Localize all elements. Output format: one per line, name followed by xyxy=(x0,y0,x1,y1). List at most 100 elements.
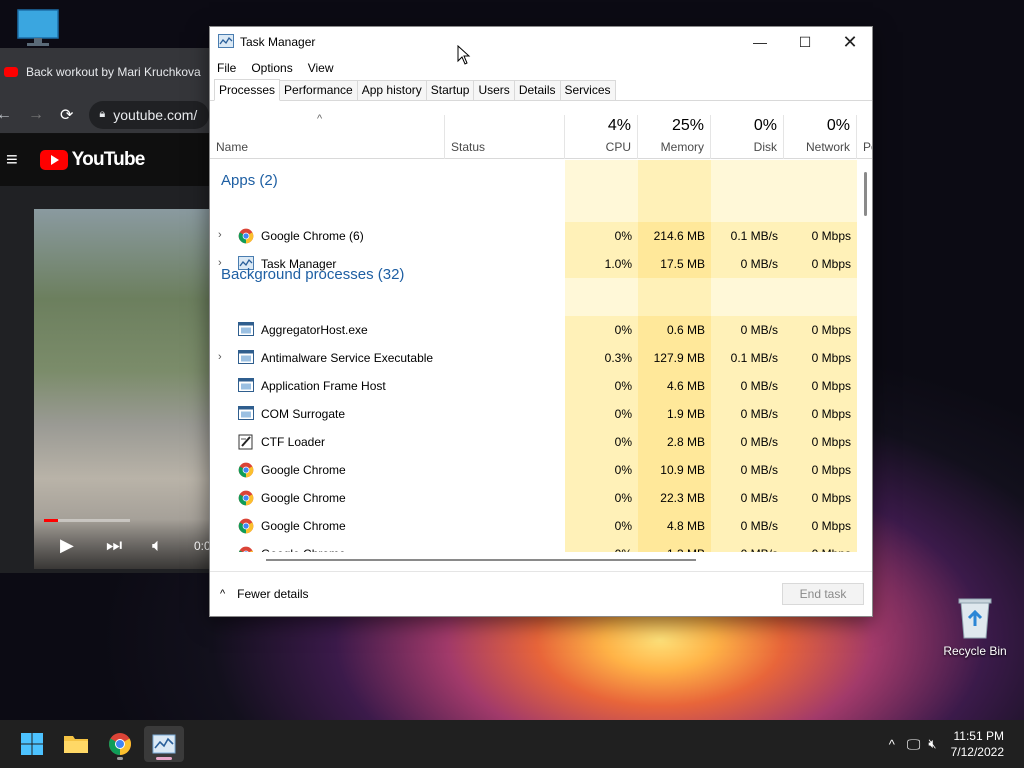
window-icon xyxy=(238,378,254,394)
process-row[interactable]: Google Chrome 0% 4.8 MB 0 MB/s 0 Mbps xyxy=(210,512,857,540)
tab-services[interactable]: Services xyxy=(559,80,616,100)
tab-processes[interactable]: Processes xyxy=(214,79,281,101)
process-disk: 0 MB/s xyxy=(711,547,778,552)
tab-users[interactable]: Users xyxy=(473,80,515,100)
next-icon[interactable]: ⏭ xyxy=(106,535,122,556)
column-disk[interactable]: 0% Disk xyxy=(711,115,784,159)
mouse-cursor-icon xyxy=(457,45,471,65)
network-icon[interactable]: 🖵︎ xyxy=(907,736,921,753)
end-task-button[interactable]: End task xyxy=(782,583,864,605)
process-name: Google Chrome xyxy=(261,491,346,505)
process-row[interactable]: › Google Chrome (6) 0% 214.6 MB 0.1 MB/s 0 Mb… xyxy=(210,222,857,250)
ctf-icon xyxy=(238,434,254,450)
process-cpu: 0% xyxy=(614,229,632,243)
process-memory: 2.8 MB xyxy=(666,435,705,449)
reload-icon[interactable]: ⟳ xyxy=(60,105,73,125)
chrome-tab[interactable]: Back workout by Mari Kruchkova xyxy=(0,48,209,96)
sort-chevron-up-icon: ^ xyxy=(317,113,323,125)
process-name: Google Chrome (6) xyxy=(261,229,364,243)
task-manager-taskbar-button[interactable] xyxy=(144,726,184,762)
process-cpu: 0% xyxy=(614,323,632,337)
process-memory: 4.6 MB xyxy=(666,379,705,393)
show-hidden-icons-chevron-icon[interactable]: ^ xyxy=(889,737,895,752)
process-memory: 22.3 MB xyxy=(660,491,705,505)
tab-performance[interactable]: Performance xyxy=(279,80,358,100)
process-network: 0 Mbps xyxy=(811,519,851,533)
chrome-taskbar-button[interactable] xyxy=(100,726,140,762)
process-cpu: 0% xyxy=(614,491,632,505)
windows-icon xyxy=(21,733,43,755)
column-power[interactable]: Po xyxy=(857,115,872,159)
process-row[interactable]: COM Surrogate 0% 1.9 MB 0 MB/s 0 Mbps xyxy=(210,400,857,428)
youtube-logo-text: YouTube xyxy=(71,149,146,170)
process-row[interactable]: AggregatorHost.exe 0% 0.6 MB 0 MB/s 0 Mbps xyxy=(210,316,857,344)
process-disk: 0 MB/s xyxy=(740,491,778,505)
file-explorer-button[interactable] xyxy=(56,726,96,762)
close-button[interactable]: ✕ xyxy=(827,27,873,57)
menu-view[interactable]: View xyxy=(307,61,342,75)
address-bar[interactable]: 🔒︎ youtube.com/ xyxy=(89,100,209,129)
process-row[interactable]: › Antimalware Service Executable 0.3% 127.9… xyxy=(210,344,857,372)
video-player[interactable]: ▶ ⏭ 🔈︎ 0:0 xyxy=(34,209,209,569)
process-list: Apps (2) › Google Chrome (6) 0% 214.6 MB 0.1… xyxy=(210,160,872,552)
recycle-bin[interactable]: Recycle Bin xyxy=(940,596,1010,658)
clock-date: 7/12/2022 xyxy=(950,745,1004,759)
minimize-button[interactable]: — xyxy=(737,27,783,57)
folder-icon xyxy=(64,736,88,753)
start-button[interactable] xyxy=(12,726,52,762)
menu-file[interactable]: File xyxy=(216,61,244,75)
clock[interactable]: 11:51 PM 7/12/2022 xyxy=(951,728,1004,760)
youtube-logo[interactable]: YouTube xyxy=(39,149,146,171)
forward-icon[interactable]: → xyxy=(28,106,44,124)
play-icon[interactable]: ▶ xyxy=(60,535,74,556)
process-network: 0 Mbps xyxy=(811,491,851,505)
process-cpu: 0% xyxy=(565,547,632,552)
process-row[interactable]: Application Frame Host 0% 4.6 MB 0 MB/s 0 Mb… xyxy=(210,372,857,400)
process-row[interactable]: Google Chrome 0% 22.3 MB 0 MB/s 0 Mbps xyxy=(210,484,857,512)
column-network[interactable]: 0% Network xyxy=(784,115,857,159)
taskbar: ^ 🖵︎ 🔇︎ 11:51 PM 7/12/2022 xyxy=(0,720,1024,768)
tab-details[interactable]: Details xyxy=(513,80,561,100)
process-row[interactable]: Google Chrome 0% 10.9 MB 0 MB/s 0 Mbps xyxy=(210,456,857,484)
process-name: AggregatorHost.exe xyxy=(261,323,368,337)
process-disk: 0 MB/s xyxy=(740,323,778,337)
column-status[interactable]: Status xyxy=(445,115,565,159)
back-icon[interactable]: ← xyxy=(0,106,12,124)
process-disk: 0 MB/s xyxy=(740,519,778,533)
task-manager-window[interactable]: Task Manager — ☐ ✕ File Options View Pro… xyxy=(209,26,873,617)
active-indicator xyxy=(156,757,172,760)
youtube-play-icon xyxy=(39,150,68,170)
fewer-details-button[interactable]: ^ Fewer details xyxy=(220,587,309,601)
process-memory: 214.6 MB xyxy=(653,229,705,243)
title-bar[interactable]: Task Manager — ☐ ✕ xyxy=(210,27,872,57)
volume-muted-icon[interactable]: 🔇︎ xyxy=(928,736,936,752)
process-name: Application Frame Host xyxy=(261,379,386,393)
menu-bar: File Options View xyxy=(210,57,872,79)
process-network: 0 Mbps xyxy=(811,379,851,393)
process-row[interactable]: CTF Loader 0% 2.8 MB 0 MB/s 0 Mbps xyxy=(210,428,857,456)
process-name: Antimalware Service Executable xyxy=(261,351,434,365)
desktop-monitor-icon[interactable] xyxy=(14,8,62,48)
chrome-window[interactable]: Back workout by Mari Kruchkova ← → ⟳ 🔒︎ … xyxy=(0,48,209,573)
menu-options[interactable]: Options xyxy=(250,61,300,75)
chrome-icon xyxy=(238,228,254,244)
expand-chevron-icon[interactable]: › xyxy=(218,351,222,363)
tab-startup[interactable]: Startup xyxy=(425,80,475,100)
expand-chevron-icon[interactable]: › xyxy=(218,229,222,241)
hamburger-menu-icon[interactable]: ≡ xyxy=(6,149,18,172)
video-progress-bar[interactable] xyxy=(44,519,130,522)
process-row[interactable]: Google Chrome 0% 1.3 MB 0 MB/s 0 Mbps xyxy=(210,540,857,552)
maximize-button[interactable]: ☐ xyxy=(782,27,828,57)
column-cpu[interactable]: 4% CPU xyxy=(565,115,638,159)
fewer-details-label: Fewer details xyxy=(237,587,309,601)
volume-icon[interactable]: 🔈︎ xyxy=(152,535,163,556)
column-memory[interactable]: 25% Memory xyxy=(638,115,711,159)
process-network: 0 Mbps xyxy=(784,547,851,552)
tab-app-history[interactable]: App history xyxy=(356,80,427,100)
column-name[interactable]: ^ Name xyxy=(210,113,445,159)
chrome-icon xyxy=(238,518,254,534)
horizontal-scrollbar[interactable] xyxy=(266,559,696,561)
vertical-scrollbar[interactable] xyxy=(864,172,867,216)
process-name: Google Chrome xyxy=(261,463,346,477)
task-manager-icon xyxy=(218,33,234,51)
